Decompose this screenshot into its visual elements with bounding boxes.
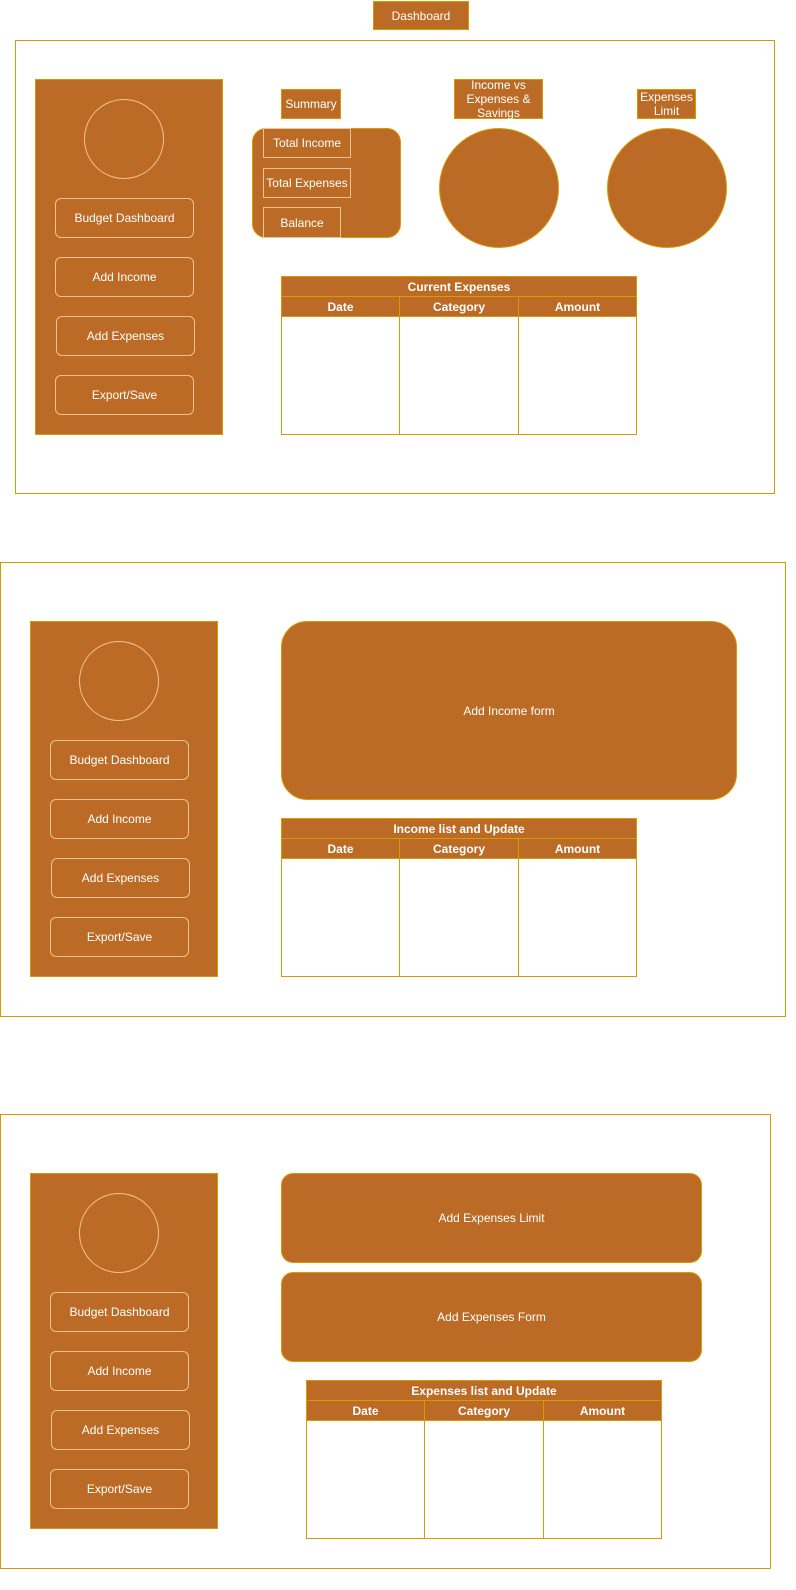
sidebar-item-export-save[interactable]: Export/Save <box>50 1469 189 1509</box>
income-list-table-title: Income list and Update <box>281 818 637 839</box>
column-header-date: Date <box>306 1400 425 1421</box>
column-header-amount: Amount <box>518 296 637 317</box>
sidebar-item-budget-dashboard[interactable]: Budget Dashboard <box>55 198 194 238</box>
add-expenses-form[interactable]: Add Expenses Form <box>281 1272 702 1362</box>
expenses-limit-pie-chart <box>607 128 727 248</box>
column-header-amount: Amount <box>543 1400 662 1421</box>
table-column-category <box>399 858 519 977</box>
table-column-amount <box>518 316 637 435</box>
summary-balance: Balance <box>263 207 341 238</box>
avatar <box>79 1193 159 1273</box>
sidebar-item-add-income[interactable]: Add Income <box>50 1351 189 1391</box>
summary-title: Summary <box>281 89 341 119</box>
table-column-amount <box>518 858 637 977</box>
table-column-category <box>399 316 519 435</box>
sidebar-item-export-save[interactable]: Export/Save <box>55 375 194 415</box>
summary-total-expenses: Total Expenses <box>263 168 351 198</box>
column-header-date: Date <box>281 838 400 859</box>
sidebar-item-budget-dashboard[interactable]: Budget Dashboard <box>50 740 189 780</box>
summary-total-income: Total Income <box>263 128 351 158</box>
sidebar-item-budget-dashboard[interactable]: Budget Dashboard <box>50 1292 189 1332</box>
table-column-category <box>424 1420 544 1539</box>
column-header-amount: Amount <box>518 838 637 859</box>
column-header-category: Category <box>424 1400 544 1421</box>
sidebar-item-add-income[interactable]: Add Income <box>50 799 189 839</box>
sidebar-item-add-expenses[interactable]: Add Expenses <box>51 1410 190 1450</box>
expenses-limit-chart-label: Expenses Limit <box>637 89 696 119</box>
table-column-date <box>306 1420 425 1539</box>
table-column-date <box>281 316 400 435</box>
column-header-date: Date <box>281 296 400 317</box>
table-column-date <box>281 858 400 977</box>
column-header-category: Category <box>399 296 519 317</box>
sidebar-item-add-income[interactable]: Add Income <box>55 257 194 297</box>
sidebar-item-export-save[interactable]: Export/Save <box>50 917 189 957</box>
dashboard-header: Dashboard <box>373 1 469 30</box>
current-expenses-table-title: Current Expenses <box>281 276 637 297</box>
add-income-form[interactable]: Add Income form <box>281 621 737 800</box>
expenses-list-table-title: Expenses list and Update <box>306 1380 662 1401</box>
income-expenses-chart-label: Income vs Expenses & Savings <box>454 78 543 120</box>
avatar <box>79 641 159 721</box>
table-column-amount <box>543 1420 662 1539</box>
income-expenses-pie-chart <box>439 128 559 248</box>
add-expenses-limit-panel[interactable]: Add Expenses Limit <box>281 1173 702 1263</box>
sidebar-item-add-expenses[interactable]: Add Expenses <box>56 316 195 356</box>
column-header-category: Category <box>399 838 519 859</box>
avatar <box>84 99 164 179</box>
sidebar-item-add-expenses[interactable]: Add Expenses <box>51 858 190 898</box>
